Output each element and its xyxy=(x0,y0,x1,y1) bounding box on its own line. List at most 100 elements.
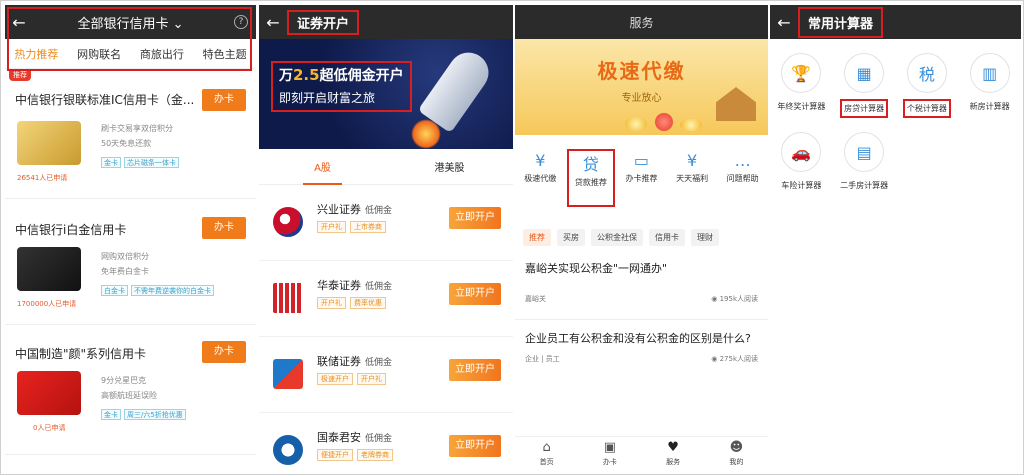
broker-name: 兴业证券 xyxy=(317,203,361,216)
page-title: 服务 xyxy=(629,15,654,30)
tab-hk-us[interactable]: 港美股 xyxy=(386,159,513,174)
service-icons: ¥ 极速代缴 贷贷款推荐 ▭ 办卡推荐 ¥ 天天福利 … 问题帮助 xyxy=(515,135,768,207)
welfare-icon: ¥ xyxy=(686,151,698,170)
open-account-button[interactable]: 立即开户 xyxy=(449,435,501,457)
broker-tags: 开户礼 上市券商 xyxy=(317,221,386,233)
tax-icon: 税 xyxy=(906,53,947,93)
trophy-icon: 🏆 xyxy=(781,53,822,93)
building-icon: ▥ xyxy=(969,53,1010,93)
coin-graphic xyxy=(625,117,647,131)
card-icon: ▭ xyxy=(633,151,650,170)
pill-fund[interactable]: 公积金社保 xyxy=(591,229,643,246)
applied-count: 26541人已申请 xyxy=(17,174,68,182)
top-bar: 服务 xyxy=(515,5,768,39)
calc-secondhand[interactable]: ▤ 二手房计算器 xyxy=(833,132,896,193)
coin-graphic xyxy=(655,113,673,131)
help-chat-icon: … xyxy=(734,151,751,170)
broker-row[interactable]: 兴业证券 低佣金 开户礼 上市券商 立即开户 xyxy=(259,185,513,261)
broker-row[interactable]: 国泰君安 低佣金 便捷开户 老牌券商 立即开户 xyxy=(259,413,513,472)
secondhand-house-icon: ▤ xyxy=(844,132,885,172)
broker-row[interactable]: 华泰证券 低佣金 开户礼 费率优惠 立即开户 xyxy=(259,261,513,337)
service-welfare[interactable]: ¥ 天天福利 xyxy=(668,149,716,207)
coin-graphic xyxy=(680,119,702,131)
card-desc: 刷卡交易享双倍积分 50天免息还款 xyxy=(101,124,173,148)
apply-card-button[interactable]: 办卡 xyxy=(202,341,246,363)
card-item[interactable]: 中信银行i白金信用卡 办卡 网购双倍积分 免年费白金卡 白金卡 不需年费逆袭你的白金… xyxy=(5,199,256,325)
pill-finance[interactable]: 理财 xyxy=(691,229,719,246)
broker-row[interactable]: 联储证券 低佣金 极速开户 开户礼 立即开户 xyxy=(259,337,513,413)
card-tags: 金卡 周三/六5折抢优惠 xyxy=(101,409,186,420)
applied-count: 0人已申请 xyxy=(33,424,66,432)
tab-a-share[interactable]: A股 xyxy=(259,159,386,185)
credit-card-panel: ← 全部银行信用卡 ⌄ ? 热力推荐 网购联名 商旅出行 特色主题 推荐 中信银… xyxy=(5,5,256,472)
service-help[interactable]: … 问题帮助 xyxy=(719,149,767,207)
calc-newhouse[interactable]: ▥ 新房计算器 xyxy=(958,53,1021,118)
news-item[interactable]: 企业员工有公积金和没有公积金的区别是什么? 企业 | 员工 ◉ 275k人阅读 xyxy=(515,328,768,364)
open-account-button[interactable]: 立即开户 xyxy=(449,359,501,381)
service-panel: 服务 极速代缴 专业放心 ¥ 极速代缴 贷贷款推荐 ▭ 办卡推荐 ¥ 天天福利 … 问题… xyxy=(515,5,768,472)
topic-pills: 推荐 买房 公积金社保 信用卡 理财 xyxy=(515,229,768,246)
apply-card-button[interactable]: 办卡 xyxy=(202,89,246,111)
card-icon: ▣ xyxy=(603,440,617,455)
eye-icon: ◉ xyxy=(711,355,718,363)
calculator-grid: 🏆 年终奖计算器 ▦ 房贷计算器 税个税计算器 ▥ 新房计算器 🚗 车险计算器 ▤ 二手房… xyxy=(770,39,1021,193)
promo-banner[interactable]: 万2.5超低佣金开户 即刻开启财富之旅 xyxy=(259,39,513,149)
promo-banner[interactable]: 极速代缴 专业放心 xyxy=(515,39,768,135)
highlight-box xyxy=(7,7,252,71)
nav-service[interactable]: ♥ 服务 xyxy=(642,437,705,472)
news-title: 企业员工有公积金和没有公积金的区别是什么? xyxy=(525,332,751,345)
news-meta: 企业 | 员工 ◉ 275k人阅读 xyxy=(525,355,758,363)
loan-icon: 贷 xyxy=(582,155,599,174)
pill-creditcard[interactable]: 信用卡 xyxy=(649,229,685,246)
calc-tax[interactable]: 税个税计算器 xyxy=(896,53,959,118)
applied-count: 1700000人已申请 xyxy=(17,300,77,308)
securities-panel: ← 证券开户 万2.5超低佣金开户 即刻开启财富之旅 A股 港美股 兴业证券 低佣… xyxy=(259,5,513,472)
card-desc: 9分兑星巴克 高额航班延误险 xyxy=(101,376,157,400)
pay-icon: ¥ xyxy=(535,151,546,170)
apply-card-button[interactable]: 办卡 xyxy=(202,217,246,239)
news-title: 嘉峪关实现公积金"一网通办" xyxy=(525,262,668,275)
broker-tags: 开户礼 费率优惠 xyxy=(317,297,386,309)
bottom-nav: ⌂ 首页 ▣ 办卡 ♥ 服务 ☻ 我的 xyxy=(515,436,768,472)
calc-bonus[interactable]: 🏆 年终奖计算器 xyxy=(770,53,833,118)
page-title: 常用计算器 xyxy=(798,6,884,38)
home-icon: ⌂ xyxy=(542,440,551,455)
back-arrow-icon[interactable]: ← xyxy=(259,13,287,32)
service-loan[interactable]: 贷贷款推荐 xyxy=(566,149,615,207)
page-title: 证券开户 xyxy=(287,9,360,35)
pill-house[interactable]: 买房 xyxy=(557,229,585,246)
card-image xyxy=(17,121,81,165)
top-bar: ← 证券开户 xyxy=(259,5,513,39)
top-bar: ← 常用计算器 xyxy=(770,5,1021,39)
broker-name: 联储证券 xyxy=(317,355,361,368)
card-image xyxy=(17,247,81,291)
nav-home[interactable]: ⌂ 首页 xyxy=(515,437,578,472)
pill-recommend[interactable]: 推荐 xyxy=(523,229,551,246)
open-account-button[interactable]: 立即开户 xyxy=(449,283,501,305)
eye-icon: ◉ xyxy=(711,295,718,303)
nav-card[interactable]: ▣ 办卡 xyxy=(578,437,641,472)
card-desc: 网购双倍积分 免年费白金卡 xyxy=(101,252,149,276)
news-item[interactable]: 嘉峪关实现公积金"一网通办" 嘉峪关 ◉ 195k人阅读 xyxy=(515,258,768,320)
calc-mortgage[interactable]: ▦ 房贷计算器 xyxy=(833,53,896,118)
news-meta: 嘉峪关 ◉ 195k人阅读 xyxy=(525,295,758,303)
card-tags: 白金卡 不需年费逆袭你的白金卡 xyxy=(101,285,214,296)
user-icon: ☻ xyxy=(729,440,744,455)
card-item[interactable]: 中国制造"颜"系列信用卡 办卡 9分兑星巴克 高额航班延误险 金卡 周三/六5折抢优… xyxy=(5,325,256,455)
service-icon: ♥ xyxy=(667,440,679,455)
open-account-button[interactable]: 立即开户 xyxy=(449,207,501,229)
nav-mine[interactable]: ☻ 我的 xyxy=(705,437,768,472)
broker-name: 国泰君安 xyxy=(317,431,361,444)
market-tabs: A股 港美股 xyxy=(259,149,513,185)
back-arrow-icon[interactable]: ← xyxy=(770,13,798,32)
card-image xyxy=(17,371,81,415)
car-icon: 🚗 xyxy=(781,132,822,172)
service-pay[interactable]: ¥ 极速代缴 xyxy=(516,149,564,207)
calc-car[interactable]: 🚗 车险计算器 xyxy=(770,132,833,193)
broker-logo xyxy=(273,207,303,237)
service-card[interactable]: ▭ 办卡推荐 xyxy=(617,149,665,207)
calculator-panel: ← 常用计算器 🏆 年终奖计算器 ▦ 房贷计算器 税个税计算器 ▥ 新房计算器 🚗 车险… xyxy=(770,5,1021,472)
banner-text: 万2.5超低佣金开户 即刻开启财富之旅 xyxy=(271,61,412,112)
card-item[interactable]: 中信银行银联标准IC信用卡（金... 办卡 刷卡交易享双倍积分 50天免息还款 金… xyxy=(5,69,256,199)
house-loan-icon: ▦ xyxy=(844,53,885,93)
